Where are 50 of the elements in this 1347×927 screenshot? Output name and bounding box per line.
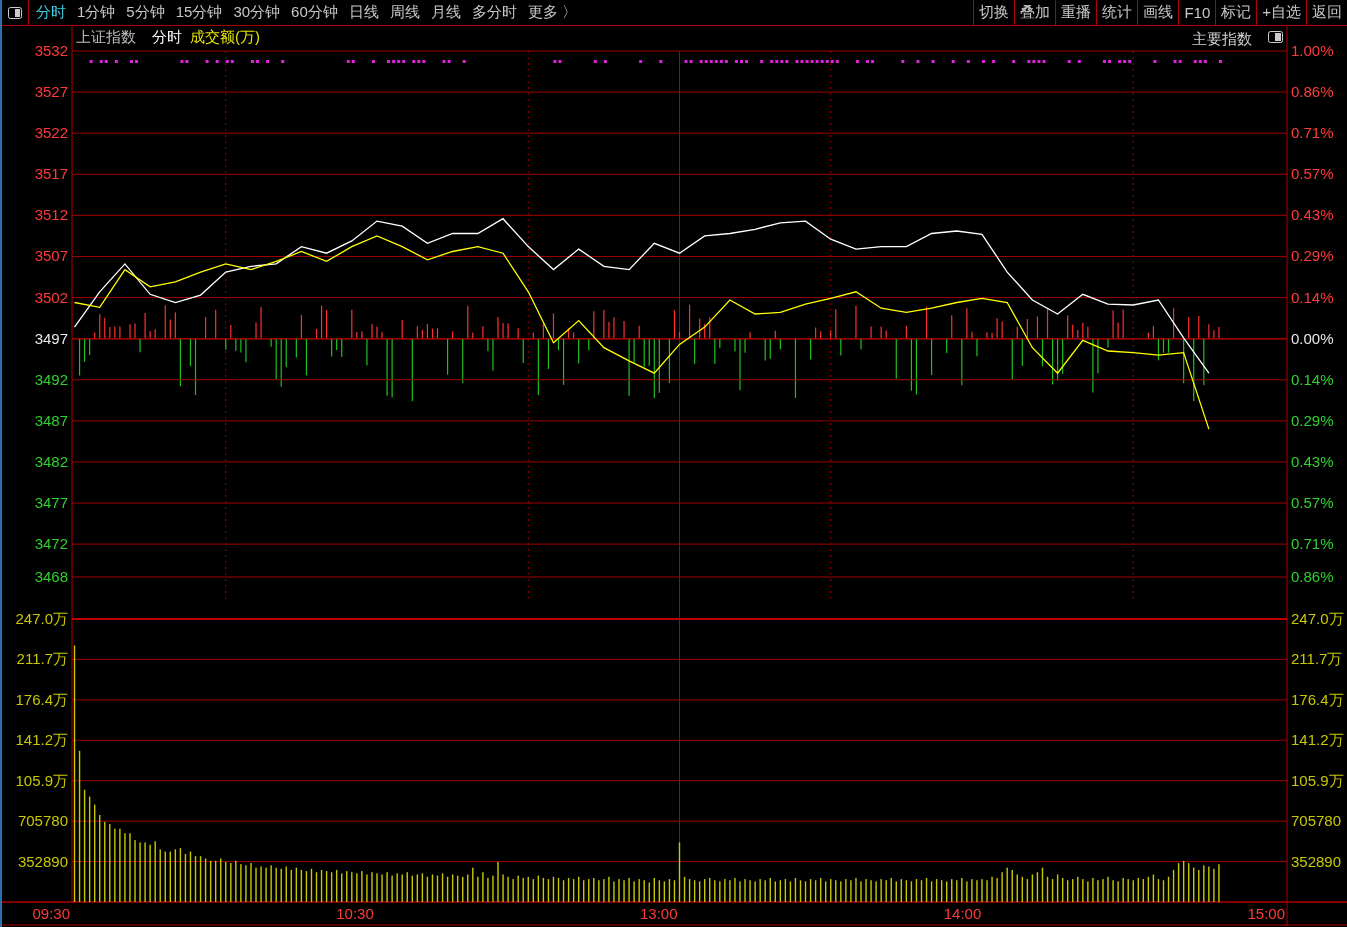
volume-axis-label: 105.9万 <box>15 771 68 789</box>
price-axis-label: 3507 <box>34 247 68 265</box>
percent-axis-label: 0.43% <box>1291 452 1334 470</box>
volume-axis-label: 176.4万 <box>1291 690 1344 708</box>
price-axis-label: 3532 <box>34 42 68 59</box>
percent-axis-label: 0.71% <box>1291 124 1334 142</box>
volume-axis-label: 705780 <box>1291 812 1342 830</box>
volume-legend: 成交额(万) <box>190 28 260 45</box>
price-axis-label: 3482 <box>34 452 68 470</box>
percent-axis-label: 0.57% <box>1291 494 1334 512</box>
time-axis-label: 15:00 <box>1247 905 1285 922</box>
percent-axis-label: 0.29% <box>1291 411 1334 429</box>
volume-axis-label: 141.2万 <box>15 731 68 749</box>
price-axis-label: 3512 <box>34 206 68 224</box>
percent-axis-label: 0.43% <box>1291 206 1334 224</box>
price-axis-label: 3487 <box>34 411 68 429</box>
percent-axis-label: 0.14% <box>1291 370 1334 388</box>
time-axis-label: 13:00 <box>639 905 678 922</box>
volume-axis-label: 352890 <box>17 852 68 870</box>
volume-axis-label: 247.0万 <box>15 610 68 627</box>
price-axis-label: 3517 <box>34 165 68 183</box>
percent-axis-label: 0.86% <box>1291 83 1334 101</box>
volume-axis-label: 141.2万 <box>1291 731 1344 749</box>
price-axis-label: 3497 <box>34 329 68 347</box>
percent-axis-label: 0.57% <box>1291 165 1334 183</box>
price-axis-label: 3472 <box>34 535 68 553</box>
volume-axis-label: 247.0万 <box>1291 610 1344 627</box>
price-axis-label: 3468 <box>34 568 68 585</box>
percent-axis-label: 0.29% <box>1291 247 1334 265</box>
time-axis-label: 09:30 <box>32 905 70 922</box>
percent-axis-label: 0.14% <box>1291 288 1334 306</box>
price-axis-label: 3502 <box>34 288 68 306</box>
price-axis-label: 3527 <box>34 83 68 101</box>
price-axis-label: 3477 <box>34 494 68 512</box>
volume-axis-label: 211.7万 <box>1291 650 1343 668</box>
mode-label: 分时 <box>152 28 182 45</box>
index-name: 上证指数 <box>76 28 136 45</box>
volume-axis-label: 105.9万 <box>1291 771 1344 789</box>
price-axis-label: 3522 <box>34 124 68 142</box>
time-axis-label: 14:00 <box>943 905 982 922</box>
percent-axis-label: 1.00% <box>1291 42 1334 59</box>
volume-axis-label: 352890 <box>1291 852 1342 870</box>
percent-axis-label: 0.00% <box>1291 329 1334 347</box>
volume-axis-label: 705780 <box>17 812 68 830</box>
volume-axis-label: 176.4万 <box>15 690 68 708</box>
volume-axis-label: 211.7万 <box>16 650 68 668</box>
time-axis-label: 10:30 <box>336 905 374 922</box>
price-axis-label: 3492 <box>34 370 68 388</box>
percent-axis-label: 0.86% <box>1291 568 1334 585</box>
percent-axis-label: 0.71% <box>1291 535 1334 553</box>
